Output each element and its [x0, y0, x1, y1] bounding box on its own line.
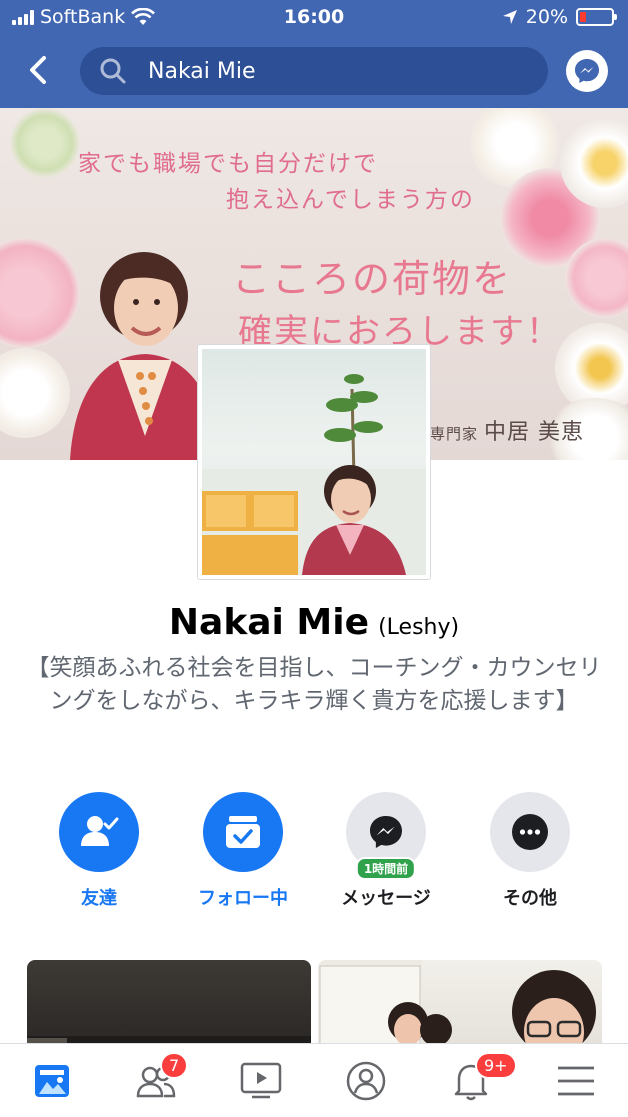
cover-signature-name: 中居 美恵 — [484, 420, 585, 445]
friends-check-icon — [81, 816, 119, 846]
news-feed-icon — [35, 1065, 69, 1097]
following-label: フォロー中 — [198, 888, 288, 909]
more-button[interactable]: その他 — [460, 792, 600, 910]
last-active-badge: 1時間前 — [355, 857, 417, 880]
cover-signature-prefix: 専門家 — [430, 425, 479, 443]
search-header: Nakai Mie — [0, 36, 628, 108]
search-input[interactable]: Nakai Mie — [80, 47, 548, 95]
friends-button[interactable]: 友達 — [29, 792, 169, 910]
messenger-icon — [370, 816, 402, 848]
status-right: 20% — [502, 6, 617, 28]
hamburger-menu-icon — [558, 1066, 594, 1096]
photo-thumbnail-image — [318, 960, 596, 1045]
tab-notifications[interactable]: 9+ — [419, 1044, 523, 1117]
profile-name-row: Nakai Mie (Leshy) — [0, 602, 628, 643]
photo-thumbnail[interactable] — [318, 960, 602, 1045]
profile-bio: 【笑顔あふれる社会を目指し、コーチング・カウンセリングをしながら、キラキラ輝く貴… — [26, 655, 602, 714]
location-arrow-icon — [502, 10, 517, 24]
back-button[interactable] — [22, 50, 58, 90]
tab-news-feed[interactable] — [0, 1044, 104, 1117]
more-button-circle — [490, 792, 570, 872]
friends-label: 友達 — [81, 888, 117, 909]
more-label: その他 — [503, 888, 557, 909]
profile-icon — [346, 1061, 386, 1101]
profile-picture[interactable] — [197, 344, 431, 580]
profile-name: Nakai Mie — [168, 602, 369, 643]
status-bar: SoftBank 16:00 20% — [0, 0, 628, 36]
message-button[interactable]: 1時間前 メッセージ — [316, 792, 456, 910]
profile-photo — [202, 349, 426, 575]
cover-text-line1: 家でも職場でも自分だけで — [78, 151, 378, 177]
tab-profile[interactable] — [314, 1044, 418, 1117]
cover-headline: こころの荷物を — [232, 257, 513, 301]
search-icon — [100, 58, 126, 84]
battery-percent: 20% — [525, 6, 568, 28]
messenger-icon — [575, 59, 599, 83]
watch-video-icon — [240, 1062, 282, 1099]
cover-flower — [10, 108, 80, 178]
cover-signature: 専門家 中居 美恵 — [430, 414, 584, 446]
profile-alt-name: (Leshy) — [378, 615, 460, 640]
more-dots-icon — [512, 814, 548, 850]
notifications-badge: 9+ — [475, 1052, 517, 1079]
tab-watch[interactable] — [209, 1044, 313, 1117]
following-button[interactable]: フォロー中 — [173, 792, 313, 910]
friends-badge: 7 — [160, 1052, 189, 1079]
profile-photo-illustration — [202, 374, 426, 575]
messenger-button[interactable] — [566, 50, 608, 92]
message-button-circle: 1時間前 — [346, 792, 426, 880]
following-inbox-icon — [226, 816, 260, 848]
search-query: Nakai Mie — [148, 58, 256, 84]
message-label: メッセージ — [341, 888, 431, 909]
following-button-circle — [203, 792, 283, 872]
photo-strip — [0, 960, 628, 1045]
friends-button-circle — [59, 792, 139, 872]
bottom-tab-bar: 7 9+ — [0, 1043, 628, 1117]
tab-friends[interactable]: 7 — [104, 1044, 208, 1117]
photo-thumbnail-image — [27, 1036, 311, 1045]
photo-thumbnail[interactable] — [27, 960, 311, 1045]
battery-icon — [576, 8, 617, 26]
tab-menu[interactable] — [524, 1044, 628, 1117]
chevron-left-icon — [30, 56, 46, 84]
cover-text-line2: 抱え込んでしまう方の — [226, 187, 475, 213]
